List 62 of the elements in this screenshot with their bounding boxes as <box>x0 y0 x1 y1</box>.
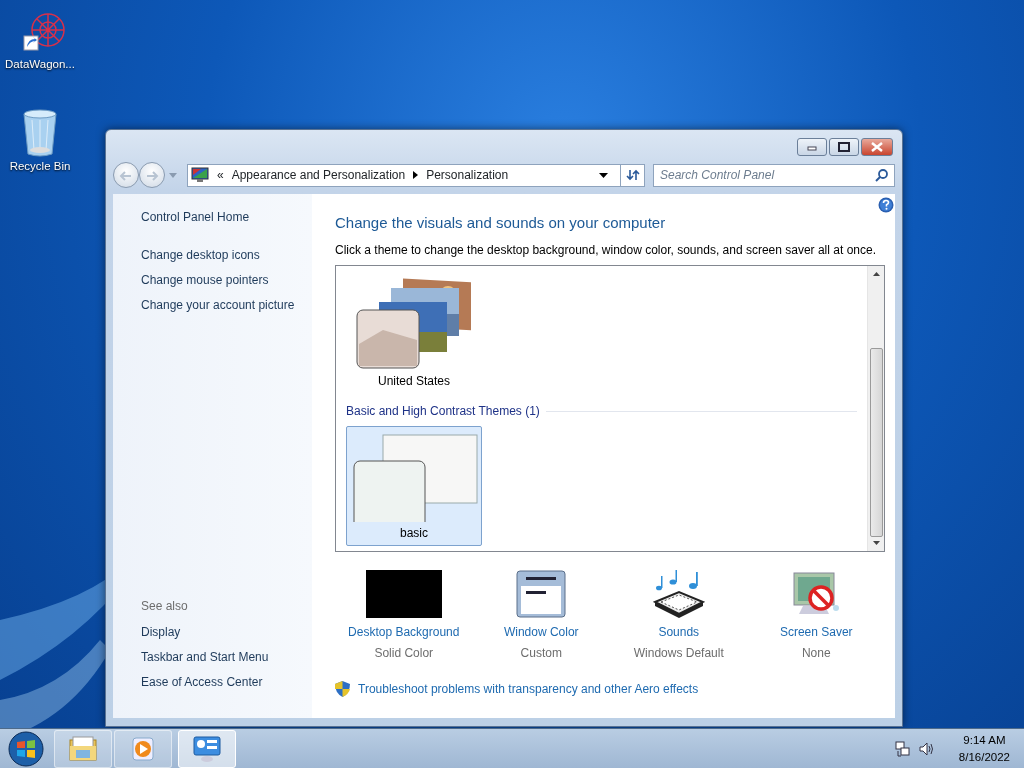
recycle-bin-icon <box>20 108 60 158</box>
sidebar-link[interactable]: Display <box>141 623 312 641</box>
setting-value: Custom <box>520 645 562 662</box>
scroll-up-icon[interactable] <box>872 272 880 276</box>
setting-value: Solid Color <box>374 645 434 662</box>
folder-taskbar-button[interactable] <box>54 729 112 768</box>
maximize-button[interactable] <box>829 138 859 156</box>
windows-logo-icon <box>6 729 46 768</box>
help-icon[interactable] <box>878 197 894 213</box>
instruction-text: Click a theme to change the desktop background, window color, sounds, and screen saver all at once. <box>335 242 877 259</box>
control-panel-icon[interactable] <box>192 733 222 764</box>
volume-icon[interactable] <box>918 740 935 757</box>
theme-name: United States <box>377 373 450 390</box>
forward-button[interactable] <box>139 162 165 188</box>
breadcrumb-item[interactable]: Appearance and Personalization <box>231 166 406 184</box>
page-heading: Change the visuals and sounds on your computer <box>335 214 667 232</box>
search-field[interactable]: Search Control Panel <box>653 163 895 187</box>
clock-time[interactable]: 9:14 AM <box>958 731 1010 749</box>
clock-date[interactable]: 8/16/2022 <box>958 748 1010 766</box>
theme-tile[interactable]: basic <box>346 426 482 546</box>
breadcrumb-overflow[interactable]: « <box>217 166 224 184</box>
setting-link[interactable]: Screen Saver <box>779 623 853 641</box>
sidebar-link[interactable]: Change your account picture <box>141 296 312 314</box>
close-button[interactable] <box>861 138 893 156</box>
troubleshoot-link[interactable]: Troubleshoot problems with transparency and other Aero effects <box>358 680 699 698</box>
search-icon <box>875 167 889 182</box>
scrollbar[interactable] <box>867 266 884 551</box>
dropdown-arrow-icon[interactable] <box>599 172 608 178</box>
network-icon[interactable] <box>894 740 911 757</box>
scroll-down-icon[interactable] <box>872 541 880 545</box>
sidebar-link[interactable]: Ease of Access Center <box>141 673 312 691</box>
desktop-icon-label[interactable]: DataWagon... <box>5 56 75 74</box>
theme-tile[interactable]: United States <box>346 270 482 394</box>
refresh-icon <box>625 168 640 182</box>
setting-value: None <box>801 645 831 662</box>
breadcrumb-item[interactable]: Personalization <box>426 166 509 184</box>
monitor-icon <box>191 167 209 183</box>
setting-link[interactable]: Desktop Background <box>348 623 460 641</box>
see-also-heading: See also <box>141 598 189 615</box>
maximize-icon[interactable] <box>836 141 852 153</box>
start-button[interactable] <box>6 729 46 768</box>
setting-link[interactable]: Window Color <box>503 623 579 641</box>
sidebar-link[interactable]: Taskbar and Start Menu <box>141 648 312 666</box>
setting-value: Windows Default <box>633 645 724 662</box>
scrollbar-thumb[interactable] <box>869 348 883 537</box>
folder-icon[interactable] <box>68 733 98 764</box>
setting-link[interactable]: Sounds <box>658 623 700 641</box>
shield-icon <box>335 681 350 697</box>
back-button[interactable] <box>113 162 139 188</box>
control-panel-taskbar-button[interactable] <box>178 729 236 768</box>
address-bar[interactable]: « Appearance and Personalization Personalization <box>187 163 645 187</box>
sidebar-link[interactable]: Control Panel Home <box>141 208 312 226</box>
music-keyboard-icon[interactable] <box>652 570 705 618</box>
sidebar-link[interactable]: Change desktop icons <box>141 246 312 264</box>
chevron-right-icon <box>413 171 419 179</box>
desktop-icon-label[interactable]: Recycle Bin <box>9 158 71 176</box>
window-color-icon[interactable] <box>516 570 567 618</box>
close-icon[interactable] <box>869 141 885 153</box>
theme-name: basic <box>400 525 428 542</box>
group-heading: Basic and High Contrast Themes (1) <box>346 403 540 420</box>
sidebar-link[interactable]: Change mouse pointers <box>141 271 312 289</box>
minimize-button[interactable] <box>797 138 827 156</box>
